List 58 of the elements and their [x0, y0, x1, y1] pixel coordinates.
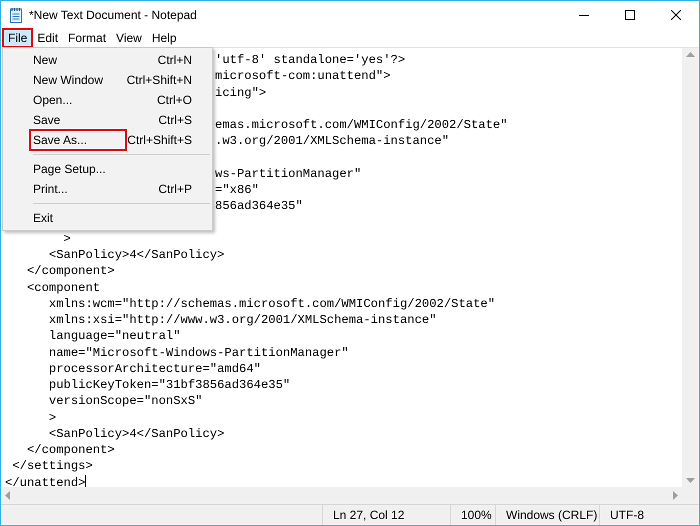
- menu-item[interactable]: Open...: [30, 90, 76, 110]
- notepad-icon: [10, 7, 22, 23]
- code-line: versionScope="nonSxS": [48, 393, 202, 410]
- scroll-up-icon: [686, 52, 695, 57]
- menu-shortcut: Ctrl+Shift+S: [127, 132, 192, 149]
- status-bar-field: 100%: [450, 505, 495, 525]
- status-bar-field: UTF-8: [599, 505, 699, 525]
- code-line: language="neutral": [48, 328, 181, 344]
- menu-shortcut: Ctrl+S: [158, 112, 192, 129]
- code-line: </component>: [26, 442, 115, 458]
- code-line: <component: [26, 280, 100, 296]
- code-line: <SanPolicy>4</SanPolicy>: [48, 247, 224, 264]
- code-line: publicKeyToken="31bf3856ad364e35": [48, 377, 290, 394]
- code-line: 'utf-8' standalone='yes'?>: [215, 53, 406, 67]
- code-line: </settings>: [11, 458, 93, 474]
- code-line: >: [48, 410, 56, 426]
- maximize-icon: [625, 10, 635, 20]
- code-line: <SanPolicy>4</SanPolicy>: [48, 426, 224, 442]
- menu-item[interactable]: New Window: [30, 70, 106, 90]
- status-bar-field: Ln 27, Col 12: [322, 505, 450, 525]
- menu-shortcut: Ctrl+P: [158, 181, 192, 198]
- menu-bar-item[interactable]: Help: [146, 29, 182, 47]
- menu-bar-item[interactable]: View: [111, 29, 147, 47]
- window-title: *New Text Document - Notepad: [29, 7, 197, 24]
- code-line: >: [62, 230, 71, 247]
- code-line: ="x86": [215, 183, 259, 197]
- menu-bar-item[interactable]: Format: [63, 29, 112, 47]
- code-line: 856ad364e35": [215, 199, 303, 214]
- horizontal-scrollbar[interactable]: [1, 487, 682, 504]
- menu-shortcut: Ctrl+O: [156, 92, 192, 109]
- menu-item[interactable]: Save: [30, 110, 64, 130]
- code-line: xmlns:wcm="http://schemas.microsoft.com/WMIConfig/2002/State": [48, 296, 496, 312]
- menu-item[interactable]: Print...: [30, 179, 71, 199]
- menu-bar-item[interactable]: Edit: [32, 29, 64, 47]
- code-line: processorArchitecture="amd64": [48, 360, 261, 377]
- code-line: icing">: [215, 86, 266, 100]
- code-line: ws-PartitionManager": [215, 166, 362, 181]
- code-line: .w3.org/2001/XMLSchema-instance": [215, 134, 450, 148]
- code-line: name="Microsoft-Windows-PartitionManager": [48, 344, 349, 361]
- menu-bar-item[interactable]: File: [3, 29, 32, 47]
- code-line: microsoft-com:unattend">: [215, 69, 391, 84]
- scroll-right-icon: [673, 491, 678, 500]
- menu-shortcut: Ctrl+Shift+N: [126, 72, 192, 89]
- code-line: emas.microsoft.com/WMIConfig/2002/State": [215, 118, 508, 132]
- status-bar-field: Windows (CRLF): [495, 505, 599, 525]
- menu-shortcut: Ctrl+N: [158, 52, 192, 69]
- vertical-scrollbar[interactable]: [682, 48, 699, 487]
- menu-item[interactable]: Page Setup...: [30, 159, 109, 179]
- menu-item[interactable]: New: [30, 50, 60, 70]
- close-icon: [671, 10, 681, 20]
- scroll-left-icon: [5, 491, 10, 500]
- code-line: xmlns:xsi="http://www.w3.org/2001/XMLSchema-instance": [48, 312, 437, 328]
- scroll-down-icon: [686, 478, 695, 483]
- code-line: </component>: [26, 263, 115, 280]
- menu-item[interactable]: Exit: [30, 208, 56, 228]
- code-line: </unattend>: [5, 474, 86, 491]
- minimize-icon: [579, 14, 589, 16]
- menu-item[interactable]: Save As...: [30, 130, 126, 150]
